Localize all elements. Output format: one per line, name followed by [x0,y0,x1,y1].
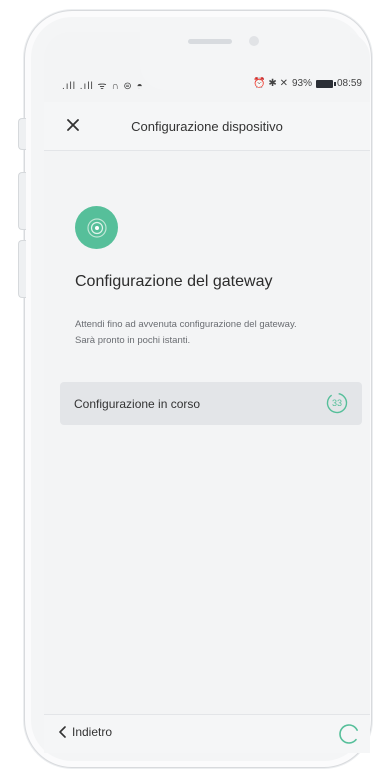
loading-spinner-icon [339,724,359,744]
progress-label: Configurazione in corso [74,396,201,411]
description-line-1: Attendi fino ad avvenuta configurazione … [75,319,297,330]
progress-count: 33 [331,398,342,408]
page-title: Configurazione dispositivo [131,118,283,134]
main-content: Configurazione del gateway Attendi fino … [44,151,370,696]
progress-counter: 33 [326,392,348,414]
chevron-left-icon [59,726,66,738]
volume-up-button [18,172,26,230]
section-heading: Configurazione del gateway [75,273,273,290]
status-right-icons: ⏰ ✱ ✕ [253,78,288,89]
description-text: Attendi fino ad avvenuta configurazione … [75,317,365,349]
volume-silent-button [18,118,26,150]
battery-percent: 93% [291,78,312,89]
status-right: ⏰ ✱ ✕ 93% 08:59 [253,78,362,89]
configuration-progress-row: Configurazione in corso 33 [60,382,362,425]
description-line-2: Sarà pronto in pochi istanti. [75,335,191,346]
signal-icon [86,217,107,238]
app-bar: Configurazione dispositivo [44,102,370,151]
gateway-icon [75,206,118,249]
bottom-bar: Indietro [44,714,370,753]
volume-down-button [18,240,26,298]
battery-icon [315,79,336,88]
status-left-icons: .ıll .ıll ᯤ ∩ ⊜ ◓ [62,81,144,92]
screen-content: .ıll .ıll ᯤ ∩ ⊜ ◓ ⏰ ✱ ✕ 93% 08:59 Config… [44,32,370,753]
back-label: Indietro [72,725,113,739]
back-button[interactable]: Indietro [58,725,112,739]
status-time: 08:59 [336,78,362,89]
status-bar: .ıll .ıll ᯤ ∩ ⊜ ◓ ⏰ ✱ ✕ 93% 08:59 [44,78,370,98]
